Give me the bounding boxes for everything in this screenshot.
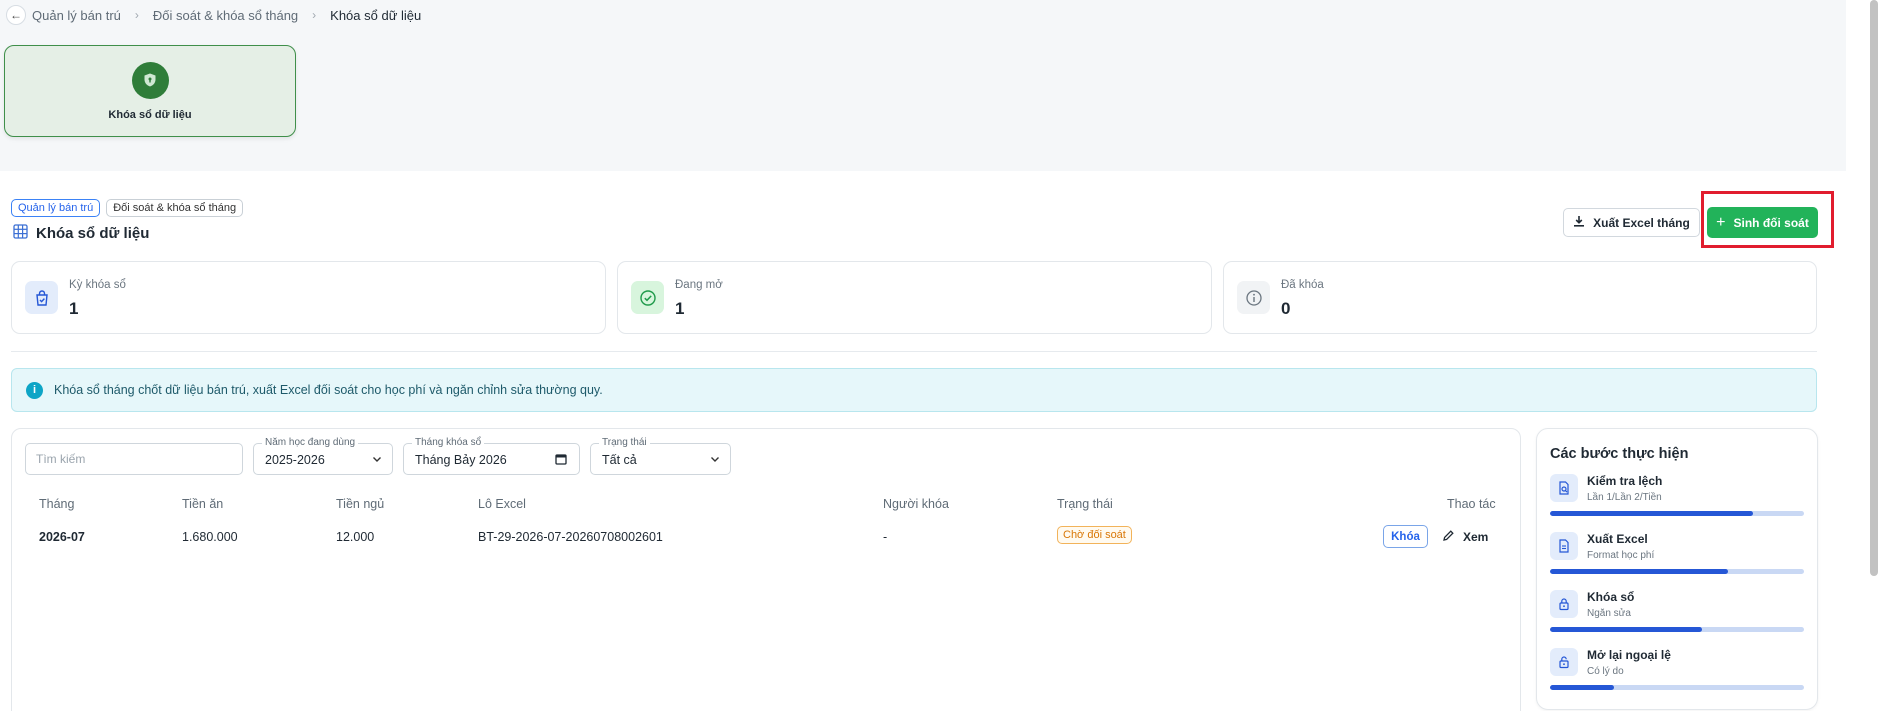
chevron-down-icon [709, 452, 721, 470]
stat-label: Kỳ khóa sổ [69, 279, 126, 291]
month-label: Tháng khóa sổ [412, 437, 485, 448]
divider [11, 351, 1817, 352]
month-picker[interactable]: Tháng khóa sổ Tháng Bảy 2026 [403, 437, 580, 475]
check-circle-icon [631, 281, 664, 314]
column-header-nap-fee[interactable]: Tiền ngủ [336, 497, 384, 511]
page-title: Khóa sổ dữ liệu [13, 224, 149, 243]
steps-title: Các bước thực hiện [1550, 446, 1689, 462]
tag-row: Quản lý bán trú Đối soát & khóa sổ tháng [11, 199, 244, 217]
steps-panel: Các bước thực hiện Kiểm tra lệch Lần 1/L… [1536, 428, 1818, 710]
column-header-meal-fee[interactable]: Tiền ăn [182, 497, 223, 511]
step-progress-fill [1550, 569, 1728, 574]
shield-icon [131, 61, 169, 99]
school-year-value: 2025-2026 [265, 453, 325, 467]
step-progress [1550, 627, 1804, 632]
stat-card-open: Đang mở 1 [617, 261, 1212, 334]
top-area: ← Quản lý bán trú › Đối soát & khóa sổ t… [0, 0, 1846, 171]
hero-card-lock-data[interactable]: Khóa sổ dữ liệu [4, 45, 296, 137]
step-item: Kiểm tra lệch Lần 1/Lần 2/Tiền [1550, 474, 1804, 530]
cell-excel-batch: BT-29-2026-07-20260708002601 [478, 530, 663, 544]
generate-reconcile-label: Sinh đối soát [1733, 215, 1809, 230]
info-icon: i [26, 381, 43, 399]
lock-icon [1550, 590, 1578, 618]
step-progress-fill [1550, 511, 1754, 516]
step-title: Mở lại ngoại lệ [1587, 648, 1671, 662]
cell-locked-by: - [883, 530, 888, 544]
info-circle-icon [1237, 281, 1270, 314]
stat-value: 1 [69, 299, 79, 318]
unlock-icon [1550, 648, 1578, 676]
arrow-left-icon: ← [10, 8, 22, 22]
cell-month: 2026-07 [39, 530, 85, 544]
column-header-excel-batch[interactable]: Lô Excel [478, 497, 526, 511]
download-icon [1573, 215, 1585, 230]
page-title-text: Khóa sổ dữ liệu [36, 225, 150, 242]
step-title: Khóa sổ [1587, 590, 1635, 604]
stat-value: 0 [1281, 299, 1291, 318]
step-progress-fill [1550, 685, 1614, 690]
step-progress-fill [1550, 627, 1703, 632]
stat-value: 1 [675, 299, 685, 318]
column-header-actions: Thao tác [1447, 497, 1496, 511]
step-item: Khóa sổ Ngăn sửa [1550, 590, 1804, 646]
step-subtitle: Ngăn sửa [1587, 608, 1631, 619]
breadcrumb: ← Quản lý bán trú › Đối soát & khóa sổ t… [6, 4, 421, 26]
step-subtitle: Format học phí [1587, 550, 1655, 561]
lock-button[interactable]: Khóa [1383, 525, 1428, 548]
column-header-status[interactable]: Trạng thái [1057, 497, 1113, 511]
bag-check-icon [25, 281, 58, 314]
view-button[interactable]: Xem [1442, 525, 1488, 548]
breadcrumb-item-current: Khóa sổ dữ liệu [330, 7, 422, 23]
step-progress [1550, 511, 1804, 516]
column-header-month[interactable]: Tháng [39, 497, 74, 511]
status-badge: Chờ đối soát [1057, 526, 1132, 544]
generate-reconcile-button[interactable]: + Sinh đối soát [1707, 207, 1818, 238]
export-excel-label: Xuất Excel tháng [1593, 215, 1690, 230]
stat-card-periods: Kỳ khóa sổ 1 [11, 261, 606, 334]
step-title: Xuất Excel [1587, 532, 1648, 546]
search-input[interactable] [25, 443, 243, 475]
chevron-right-icon: › [134, 8, 139, 22]
step-item: Mở lại ngoại lệ Có lý do [1550, 648, 1804, 704]
file-icon [1550, 532, 1578, 560]
info-banner-text: Khóa sổ tháng chốt dữ liệu bán trú, xuất… [54, 383, 603, 397]
scrollbar-thumb[interactable] [1870, 0, 1878, 576]
tag-boarding[interactable]: Quản lý bán trú [11, 199, 101, 217]
month-value: Tháng Bảy 2026 [415, 453, 507, 467]
view-label: Xem [1463, 529, 1489, 544]
school-year-select[interactable]: Năm học đang dùng 2025-2026 [253, 437, 393, 475]
step-subtitle: Có lý do [1587, 666, 1624, 677]
status-select[interactable]: Trạng thái Tất cả [590, 437, 731, 475]
export-excel-button[interactable]: Xuất Excel tháng [1563, 208, 1700, 237]
status-filter-value: Tất cả [602, 453, 637, 467]
search-doc-icon [1550, 474, 1578, 502]
column-header-locked-by[interactable]: Người khóa [883, 497, 949, 511]
step-subtitle: Lần 1/Lần 2/Tiền [1587, 492, 1662, 503]
stat-label: Đã khóa [1281, 279, 1324, 291]
stat-label: Đang mở [675, 279, 723, 291]
back-button[interactable]: ← [6, 5, 26, 25]
school-year-label: Năm học đang dùng [262, 437, 359, 448]
calendar-icon[interactable] [555, 452, 567, 470]
table-grid-icon [13, 224, 28, 243]
status-filter-label: Trạng thái [599, 437, 650, 448]
step-item: Xuất Excel Format học phí [1550, 532, 1804, 588]
stat-card-locked: Đã khóa 0 [1223, 261, 1817, 334]
chevron-down-icon [371, 452, 383, 470]
tag-reconcile[interactable]: Đối soát & khóa sổ tháng [106, 199, 244, 217]
step-progress [1550, 685, 1804, 690]
table-panel: Năm học đang dùng 2025-2026 Tháng khóa s… [11, 428, 1521, 711]
plus-icon: + [1716, 213, 1726, 231]
info-banner: i Khóa sổ tháng chốt dữ liệu bán trú, xu… [11, 368, 1817, 412]
hero-card-label: Khóa sổ dữ liệu [108, 108, 192, 121]
step-progress [1550, 569, 1804, 574]
breadcrumb-item-boarding[interactable]: Quản lý bán trú [32, 8, 121, 23]
cell-meal-fee: 1.680.000 [182, 530, 238, 544]
breadcrumb-item-reconcile[interactable]: Đối soát & khóa sổ tháng [153, 8, 298, 23]
chevron-right-icon: › [312, 8, 317, 22]
cell-nap-fee: 12.000 [336, 530, 375, 544]
step-title: Kiểm tra lệch [1587, 474, 1663, 488]
pencil-icon [1442, 529, 1455, 545]
